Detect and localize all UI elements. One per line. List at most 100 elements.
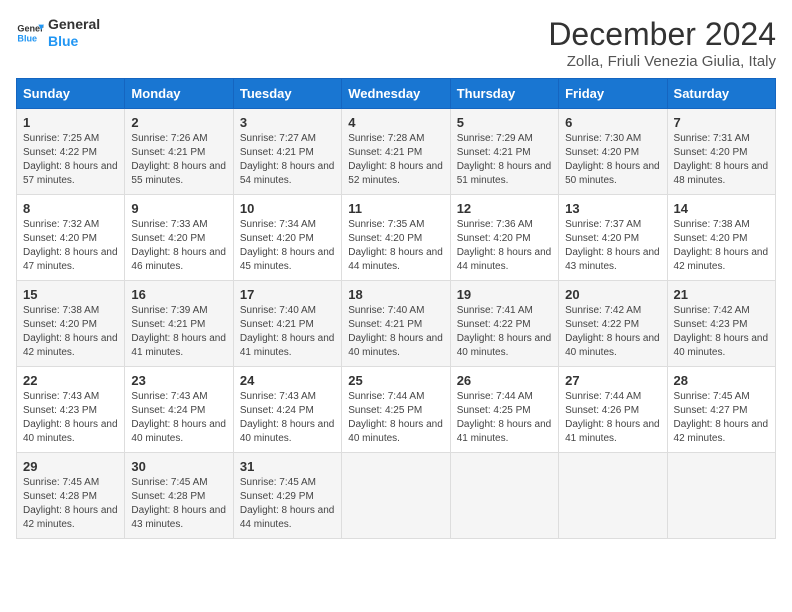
calendar-cell <box>450 453 558 539</box>
day-info: Sunrise: 7:43 AMSunset: 4:24 PMDaylight:… <box>240 391 335 444</box>
calendar-table: SundayMondayTuesdayWednesdayThursdayFrid… <box>16 78 776 539</box>
calendar-week-row: 1 Sunrise: 7:25 AMSunset: 4:22 PMDayligh… <box>17 109 776 195</box>
day-number: 13 <box>565 201 660 216</box>
day-info: Sunrise: 7:36 AMSunset: 4:20 PMDaylight:… <box>457 219 552 272</box>
svg-text:Blue: Blue <box>17 33 37 43</box>
day-number: 11 <box>348 201 443 216</box>
calendar-cell: 22 Sunrise: 7:43 AMSunset: 4:23 PMDaylig… <box>17 367 125 453</box>
calendar-cell: 12 Sunrise: 7:36 AMSunset: 4:20 PMDaylig… <box>450 195 558 281</box>
header-wednesday: Wednesday <box>342 79 450 109</box>
day-info: Sunrise: 7:44 AMSunset: 4:26 PMDaylight:… <box>565 391 660 444</box>
day-info: Sunrise: 7:40 AMSunset: 4:21 PMDaylight:… <box>240 305 335 358</box>
calendar-week-row: 15 Sunrise: 7:38 AMSunset: 4:20 PMDaylig… <box>17 281 776 367</box>
day-info: Sunrise: 7:32 AMSunset: 4:20 PMDaylight:… <box>23 219 118 272</box>
day-number: 28 <box>674 373 769 388</box>
day-info: Sunrise: 7:45 AMSunset: 4:28 PMDaylight:… <box>23 477 118 530</box>
day-info: Sunrise: 7:26 AMSunset: 4:21 PMDaylight:… <box>131 133 226 186</box>
calendar-cell: 28 Sunrise: 7:45 AMSunset: 4:27 PMDaylig… <box>667 367 775 453</box>
location-subtitle: Zolla, Friuli Venezia Giulia, Italy <box>548 53 776 70</box>
day-info: Sunrise: 7:33 AMSunset: 4:20 PMDaylight:… <box>131 219 226 272</box>
day-info: Sunrise: 7:38 AMSunset: 4:20 PMDaylight:… <box>23 305 118 358</box>
calendar-cell: 29 Sunrise: 7:45 AMSunset: 4:28 PMDaylig… <box>17 453 125 539</box>
day-info: Sunrise: 7:25 AMSunset: 4:22 PMDaylight:… <box>23 133 118 186</box>
day-info: Sunrise: 7:43 AMSunset: 4:23 PMDaylight:… <box>23 391 118 444</box>
calendar-cell: 4 Sunrise: 7:28 AMSunset: 4:21 PMDayligh… <box>342 109 450 195</box>
calendar-cell: 13 Sunrise: 7:37 AMSunset: 4:20 PMDaylig… <box>559 195 667 281</box>
calendar-cell: 21 Sunrise: 7:42 AMSunset: 4:23 PMDaylig… <box>667 281 775 367</box>
day-number: 31 <box>240 459 335 474</box>
calendar-cell: 10 Sunrise: 7:34 AMSunset: 4:20 PMDaylig… <box>233 195 341 281</box>
calendar-cell <box>559 453 667 539</box>
day-number: 19 <box>457 287 552 302</box>
calendar-cell: 31 Sunrise: 7:45 AMSunset: 4:29 PMDaylig… <box>233 453 341 539</box>
header-thursday: Thursday <box>450 79 558 109</box>
day-info: Sunrise: 7:29 AMSunset: 4:21 PMDaylight:… <box>457 133 552 186</box>
day-info: Sunrise: 7:31 AMSunset: 4:20 PMDaylight:… <box>674 133 769 186</box>
calendar-cell: 9 Sunrise: 7:33 AMSunset: 4:20 PMDayligh… <box>125 195 233 281</box>
page-header: General Blue General Blue December 2024 … <box>16 16 776 70</box>
day-info: Sunrise: 7:44 AMSunset: 4:25 PMDaylight:… <box>348 391 443 444</box>
day-info: Sunrise: 7:27 AMSunset: 4:21 PMDaylight:… <box>240 133 335 186</box>
calendar-cell: 8 Sunrise: 7:32 AMSunset: 4:20 PMDayligh… <box>17 195 125 281</box>
day-info: Sunrise: 7:38 AMSunset: 4:20 PMDaylight:… <box>674 219 769 272</box>
calendar-week-row: 22 Sunrise: 7:43 AMSunset: 4:23 PMDaylig… <box>17 367 776 453</box>
calendar-header-row: SundayMondayTuesdayWednesdayThursdayFrid… <box>17 79 776 109</box>
day-number: 20 <box>565 287 660 302</box>
calendar-cell: 5 Sunrise: 7:29 AMSunset: 4:21 PMDayligh… <box>450 109 558 195</box>
day-info: Sunrise: 7:45 AMSunset: 4:28 PMDaylight:… <box>131 477 226 530</box>
day-info: Sunrise: 7:34 AMSunset: 4:20 PMDaylight:… <box>240 219 335 272</box>
calendar-cell: 16 Sunrise: 7:39 AMSunset: 4:21 PMDaylig… <box>125 281 233 367</box>
calendar-cell: 7 Sunrise: 7:31 AMSunset: 4:20 PMDayligh… <box>667 109 775 195</box>
header-friday: Friday <box>559 79 667 109</box>
calendar-cell <box>667 453 775 539</box>
day-number: 5 <box>457 115 552 130</box>
day-number: 2 <box>131 115 226 130</box>
calendar-cell: 20 Sunrise: 7:42 AMSunset: 4:22 PMDaylig… <box>559 281 667 367</box>
day-number: 4 <box>348 115 443 130</box>
header-saturday: Saturday <box>667 79 775 109</box>
day-number: 3 <box>240 115 335 130</box>
calendar-cell <box>342 453 450 539</box>
day-number: 21 <box>674 287 769 302</box>
day-number: 22 <box>23 373 118 388</box>
logo: General Blue General Blue <box>16 16 100 50</box>
day-info: Sunrise: 7:42 AMSunset: 4:22 PMDaylight:… <box>565 305 660 358</box>
day-info: Sunrise: 7:37 AMSunset: 4:20 PMDaylight:… <box>565 219 660 272</box>
day-number: 24 <box>240 373 335 388</box>
calendar-cell: 15 Sunrise: 7:38 AMSunset: 4:20 PMDaylig… <box>17 281 125 367</box>
logo-text-blue: Blue <box>48 33 100 50</box>
calendar-cell: 1 Sunrise: 7:25 AMSunset: 4:22 PMDayligh… <box>17 109 125 195</box>
header-monday: Monday <box>125 79 233 109</box>
day-number: 8 <box>23 201 118 216</box>
day-info: Sunrise: 7:45 AMSunset: 4:27 PMDaylight:… <box>674 391 769 444</box>
day-info: Sunrise: 7:35 AMSunset: 4:20 PMDaylight:… <box>348 219 443 272</box>
day-info: Sunrise: 7:45 AMSunset: 4:29 PMDaylight:… <box>240 477 335 530</box>
calendar-cell: 25 Sunrise: 7:44 AMSunset: 4:25 PMDaylig… <box>342 367 450 453</box>
day-info: Sunrise: 7:42 AMSunset: 4:23 PMDaylight:… <box>674 305 769 358</box>
day-number: 10 <box>240 201 335 216</box>
day-number: 1 <box>23 115 118 130</box>
day-number: 30 <box>131 459 226 474</box>
day-number: 29 <box>23 459 118 474</box>
day-number: 7 <box>674 115 769 130</box>
day-number: 25 <box>348 373 443 388</box>
day-number: 27 <box>565 373 660 388</box>
calendar-week-row: 8 Sunrise: 7:32 AMSunset: 4:20 PMDayligh… <box>17 195 776 281</box>
calendar-cell: 11 Sunrise: 7:35 AMSunset: 4:20 PMDaylig… <box>342 195 450 281</box>
calendar-cell: 18 Sunrise: 7:40 AMSunset: 4:21 PMDaylig… <box>342 281 450 367</box>
day-info: Sunrise: 7:43 AMSunset: 4:24 PMDaylight:… <box>131 391 226 444</box>
calendar-cell: 2 Sunrise: 7:26 AMSunset: 4:21 PMDayligh… <box>125 109 233 195</box>
calendar-cell: 19 Sunrise: 7:41 AMSunset: 4:22 PMDaylig… <box>450 281 558 367</box>
calendar-cell: 24 Sunrise: 7:43 AMSunset: 4:24 PMDaylig… <box>233 367 341 453</box>
day-info: Sunrise: 7:39 AMSunset: 4:21 PMDaylight:… <box>131 305 226 358</box>
calendar-week-row: 29 Sunrise: 7:45 AMSunset: 4:28 PMDaylig… <box>17 453 776 539</box>
calendar-cell: 17 Sunrise: 7:40 AMSunset: 4:21 PMDaylig… <box>233 281 341 367</box>
calendar-cell: 14 Sunrise: 7:38 AMSunset: 4:20 PMDaylig… <box>667 195 775 281</box>
day-number: 23 <box>131 373 226 388</box>
calendar-cell: 6 Sunrise: 7:30 AMSunset: 4:20 PMDayligh… <box>559 109 667 195</box>
day-info: Sunrise: 7:40 AMSunset: 4:21 PMDaylight:… <box>348 305 443 358</box>
day-info: Sunrise: 7:30 AMSunset: 4:20 PMDaylight:… <box>565 133 660 186</box>
day-info: Sunrise: 7:41 AMSunset: 4:22 PMDaylight:… <box>457 305 552 358</box>
calendar-cell: 26 Sunrise: 7:44 AMSunset: 4:25 PMDaylig… <box>450 367 558 453</box>
calendar-cell: 30 Sunrise: 7:45 AMSunset: 4:28 PMDaylig… <box>125 453 233 539</box>
